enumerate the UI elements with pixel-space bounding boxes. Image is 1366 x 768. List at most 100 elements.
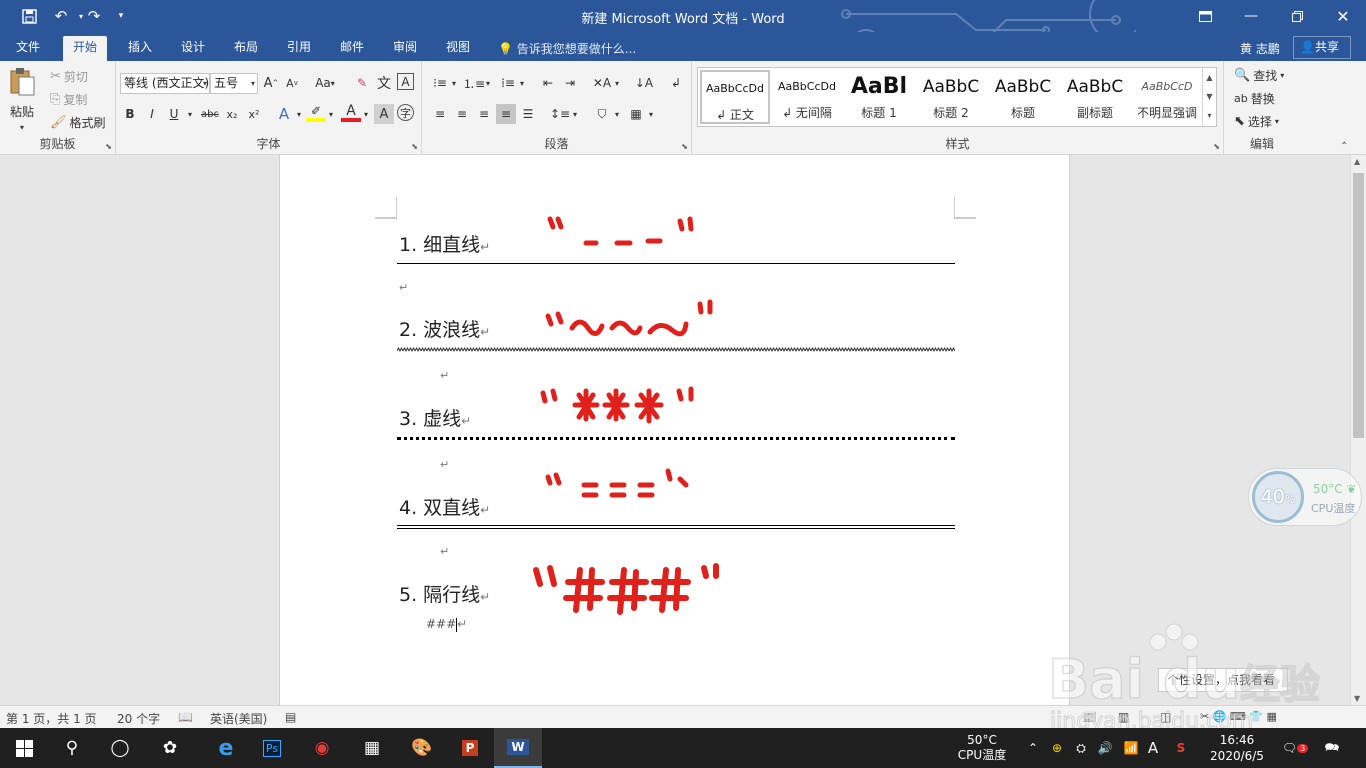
select-button[interactable]: ⬉ 选择 ▾ [1234,113,1279,130]
copy-button[interactable]: ⎘ 复制 [50,91,87,108]
chevron-down-icon[interactable]: ▾ [444,73,464,93]
change-case-button[interactable]: Aa ▾ [310,73,340,93]
ribbon-display-icon[interactable] [1182,0,1228,32]
show-marks-icon[interactable]: ↲ [666,73,686,93]
tab-insert[interactable]: 插入 [118,36,162,61]
font-name-combo[interactable]: 等线 (西文正文) ▾ [120,73,210,94]
scroll-down-icon[interactable]: ▼ [1354,694,1360,703]
user-name[interactable]: 黄 志鹏 [1240,40,1280,57]
decrease-indent-icon[interactable]: ⇤ [538,73,558,93]
character-border-icon[interactable]: A [397,73,414,90]
tab-references[interactable]: 引用 [277,36,321,61]
ime-mode[interactable]: A [1144,728,1162,768]
bold-button[interactable]: B [120,104,140,124]
photoshop-icon[interactable]: Ps [248,728,296,768]
word-taskbar-icon[interactable]: W [494,728,542,768]
read-mode-icon[interactable]: 📰 [1082,710,1097,724]
font-launcher-icon[interactable]: ⬊ [411,142,418,151]
document-page[interactable]: 1. 细直线↵ ↵ 2. 波浪线↵ ↵ 3. 虚线↵ ↵ 4. 双直线↵ ↵ 5… [279,155,1070,705]
ime-toggle-icon[interactable]: ⛭ [1070,728,1092,768]
paste-button[interactable]: 粘贴 ▾ [8,67,36,132]
style-normal[interactable]: AaBbCcDd ↲ 正文 [700,70,770,124]
macro-record-icon[interactable]: ▤ [285,710,296,724]
proofing-icon[interactable]: 📖 [178,710,193,724]
task-view-icon[interactable]: ◯ [96,728,144,768]
character-shading-icon[interactable]: A [374,104,394,124]
paint-app-icon[interactable]: 🎨 [398,728,446,768]
notification-icon[interactable]: 🗨 3 [1282,728,1309,768]
vertical-scrollbar[interactable]: ▲ ▼ [1350,155,1366,705]
heading-thin-line[interactable]: 1. 细直线↵ [399,230,490,257]
heading-alternate-line[interactable]: 5. 隔行线↵ [399,580,490,607]
format-painter-button[interactable]: 🖌 格式刷 [50,114,106,131]
phonetic-guide-icon[interactable]: 文 [374,73,394,93]
chevron-down-icon[interactable]: ▾ [512,73,532,93]
paragraph-launcher-icon[interactable]: ⬊ [681,142,688,151]
sort-icon[interactable]: ↓A [634,73,654,93]
align-left-icon[interactable]: ≡ [430,104,450,124]
align-center-icon[interactable]: ≡ [452,104,472,124]
style-title[interactable]: AaBbC 标题 [988,70,1058,124]
font-size-combo[interactable]: 五号 ▾ [210,73,258,94]
styles-launcher-icon[interactable]: ⬊ [1213,142,1220,151]
tab-review[interactable]: 审阅 [383,36,427,61]
scroll-up-icon[interactable]: ▲ [1354,157,1360,166]
wifi-icon[interactable]: 📶 [1120,728,1142,768]
share-button[interactable]: 👤共享 [1293,36,1351,59]
clipboard-launcher-icon[interactable]: ⬊ [105,142,112,151]
windows-start-icon[interactable] [0,728,48,768]
chevron-up-icon[interactable]: ⌃ [1024,728,1042,768]
heading-double-line[interactable]: 4. 双直线↵ [399,493,490,520]
chevron-down-icon[interactable]: ▾ [478,73,498,93]
web-layout-icon[interactable]: ◫ [1160,710,1171,724]
superscript-button[interactable]: x² [244,104,264,124]
justify-icon[interactable]: ≡ [496,104,516,124]
style-heading-2[interactable]: AaBbC 标题 2 [916,70,986,124]
action-center-icon[interactable]: 🗪 [1318,728,1346,768]
restore-icon[interactable] [1274,0,1320,32]
chevron-down-icon[interactable]: ▾ [607,104,627,124]
tray-app-icons[interactable]: ✂ 🌐 ⌨ 👕 ▦ [1200,710,1277,723]
italic-button[interactable]: I [142,104,162,124]
tell-me-search[interactable]: 💡 告诉我您想要做什么... [498,40,636,57]
tab-mailings[interactable]: 邮件 [330,36,374,61]
calculator-icon[interactable]: ▦ [348,728,396,768]
taskbar-cpu-temp[interactable]: 50°C CPU温度 [950,728,1014,768]
edge-browser-icon[interactable]: e [202,728,250,768]
print-layout-icon[interactable]: ▥ [1118,710,1129,724]
tab-file[interactable]: 文件 [6,36,50,61]
underline-dropdown-icon[interactable]: ▾ [180,104,200,124]
netease-music-icon[interactable]: ◉ [298,728,346,768]
plus-badge-icon[interactable]: ⊕ [1046,728,1068,768]
style-heading-1[interactable]: AaBl 标题 1 [844,70,914,124]
scrollbar-thumb[interactable] [1353,173,1364,438]
search-icon[interactable]: ⚲ [48,728,96,768]
heading-dotted-line[interactable]: 3. 虚线↵ [399,404,471,431]
enclose-characters-icon[interactable]: 字 [397,104,414,121]
chevron-down-icon[interactable]: ▾ [641,104,661,124]
pinwheel-app-icon[interactable]: ✿ [146,728,194,768]
clear-format-icon[interactable]: ✎ [352,73,372,93]
page-count[interactable]: 第 1 页，共 1 页 [6,710,97,727]
style-subtle-emphasis[interactable]: AaBbCcD 不明显强调 [1132,70,1202,124]
style-no-spacing[interactable]: AaBbCcDd ↲ 无间隔 [772,70,842,124]
clock[interactable]: 16:46 2020/6/5 [1196,728,1278,768]
chevron-down-icon[interactable]: ▾ [607,73,627,93]
word-count[interactable]: 20 个字 [117,710,160,727]
distributed-icon[interactable]: ☰ [518,104,538,124]
align-right-icon[interactable]: ≡ [474,104,494,124]
chevron-down-icon[interactable]: ▼ [1203,87,1216,106]
language-status[interactable]: 英语(美国) [210,710,267,727]
replace-button[interactable]: ab 替换 [1234,90,1275,107]
subscript-button[interactable]: x₂ [222,104,242,124]
chevron-down-icon[interactable]: ▾ [565,104,585,124]
close-icon[interactable]: ✕ [1320,0,1366,32]
tab-design[interactable]: 设计 [171,36,215,61]
sogou-ime-icon[interactable]: S [1170,728,1192,768]
cpu-widget[interactable]: 40% 50°C ❦ CPU温度 [1248,468,1362,526]
strikethrough-button[interactable]: abc [198,104,222,124]
volume-icon[interactable]: 🔊 [1094,728,1116,768]
style-subtitle[interactable]: AaBbC 副标题 [1060,70,1130,124]
heading-wavy-line[interactable]: 2. 波浪线↵ [399,315,490,342]
chevron-down-icon[interactable]: ▾ [321,104,341,124]
